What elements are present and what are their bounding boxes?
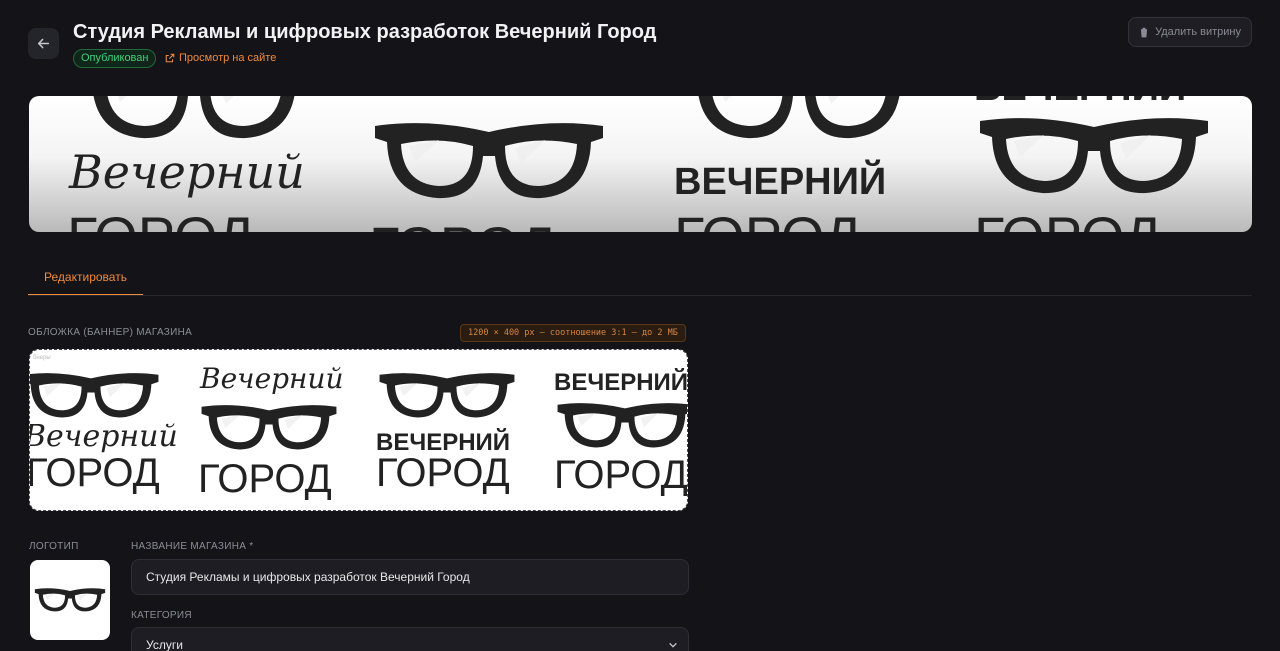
logo-upload[interactable] — [30, 560, 110, 640]
store-banner: Вечерний ГОРОД ГОРОД ВЕЧЕРНИЙ ГОРОД ВЕЧЕ… — [29, 96, 1252, 232]
trash-icon — [1139, 27, 1149, 37]
glasses-icon — [34, 588, 106, 612]
view-on-site-label: Просмотр на сайте — [179, 52, 277, 64]
banner-city-word-3: ГОРОД — [674, 205, 861, 232]
delete-storefront-button[interactable]: Удалить витрину — [1128, 17, 1252, 47]
chevron-down-icon — [669, 642, 677, 648]
cover-city-4: ГОРОД — [554, 453, 688, 497]
delete-storefront-label: Удалить витрину — [1155, 26, 1241, 38]
category-select-value: Услуги — [146, 638, 183, 651]
banner-bold-word: ВЕЧЕРНИЙ — [674, 158, 886, 203]
store-name-input[interactable]: Студия Рекламы и цифровых разработок Веч… — [131, 559, 689, 595]
category-select[interactable]: Услуги — [131, 627, 689, 651]
banner-bold-word-top: ВЕЧЕРНИЙ — [974, 96, 1186, 109]
cover-artwork: бнеры Вечерний ГОРОД Вечерний ГОРОД ВЕЧЕ… — [30, 355, 688, 501]
external-link-icon — [165, 53, 175, 63]
tab-divider — [28, 295, 1252, 296]
back-button[interactable] — [28, 28, 59, 59]
tab-edit[interactable]: Редактировать — [28, 258, 143, 296]
cover-corner-text: бнеры — [33, 355, 51, 361]
banner-script-word: Вечерний — [68, 145, 305, 199]
status-badge: Опубликован — [73, 49, 157, 68]
view-on-site-link[interactable]: Просмотр на сайте — [165, 52, 276, 64]
category-label: Категория — [131, 610, 192, 621]
cover-label: Обложка (баннер) магазина — [28, 327, 193, 338]
cover-bold-2: ВЕЧЕРНИЙ — [554, 368, 688, 396]
cover-script-2: Вечерний — [199, 362, 344, 395]
banner-city-word-2: ГОРОД — [369, 215, 556, 232]
cover-city-1: ГОРОД — [30, 451, 160, 495]
banner-artwork: Вечерний ГОРОД ГОРОД ВЕЧЕРНИЙ ГОРОД ВЕЧЕ… — [67, 96, 1208, 232]
cover-city-2: ГОРОД — [198, 457, 332, 501]
page-title: Студия Рекламы и цифровых разработок Веч… — [73, 21, 657, 43]
store-name-label: Название магазина * — [131, 541, 254, 552]
cover-script-1: Вечерний — [30, 419, 178, 454]
logo-label: Логотип — [29, 541, 79, 552]
arrow-left-icon — [37, 38, 50, 49]
cover-size-hint: 1200 × 400 px — соотношение 3:1 — до 2 М… — [460, 324, 686, 342]
cover-upload-area[interactable]: бнеры Вечерний ГОРОД Вечерний ГОРОД ВЕЧЕ… — [29, 349, 688, 511]
cover-city-3: ГОРОД — [376, 451, 510, 495]
banner-city-word-4: ГОРОД — [974, 205, 1161, 232]
banner-city-word-1: ГОРОД — [67, 205, 254, 232]
